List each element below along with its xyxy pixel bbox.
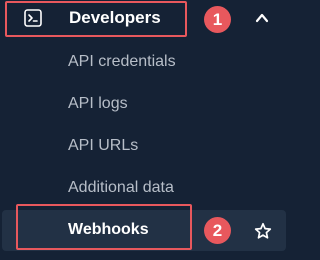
menu-item-additional-data[interactable]: Additional data [0,172,287,204]
chevron-up-icon[interactable] [254,11,270,25]
menu-item-api-logs[interactable]: API logs [0,88,287,120]
menu-item-developers-label: Developers [69,8,161,27]
developers-menu: Developers 1 API credentials API logs AP… [0,0,287,260]
menu-item-label: Additional data [68,179,174,196]
star-icon[interactable] [254,222,272,240]
menu-item-label: API credentials [68,53,176,70]
menu-item-label: API URLs [68,137,139,154]
menu-item-api-credentials[interactable]: API credentials [0,46,287,78]
menu-item-webhooks[interactable]: Webhooks [2,210,286,251]
step-badge-1: 1 [204,6,231,33]
menu-item-label: API logs [68,95,128,112]
menu-item-developers[interactable]: Developers [0,0,287,40]
step-badge-2: 2 [204,217,231,244]
menu-item-webhooks-label: Webhooks [68,221,149,238]
menu-item-api-urls[interactable]: API URLs [0,130,287,162]
terminal-icon [24,9,42,27]
